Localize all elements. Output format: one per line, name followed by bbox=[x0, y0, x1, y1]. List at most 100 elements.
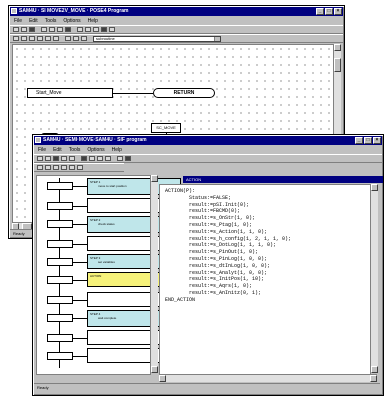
menu-options[interactable]: Options bbox=[63, 17, 80, 25]
maximize-button[interactable]: □ bbox=[364, 137, 372, 144]
redo-icon[interactable] bbox=[85, 27, 91, 32]
code-line[interactable]: result:=s_Action(1, 1, 0); bbox=[165, 229, 370, 236]
scroll-left-button[interactable] bbox=[159, 375, 166, 382]
step-box[interactable] bbox=[47, 352, 73, 360]
menu-edit[interactable]: Edit bbox=[53, 146, 62, 154]
branch-tool-icon[interactable] bbox=[37, 36, 43, 41]
minimize-button[interactable]: _ bbox=[316, 8, 324, 15]
step-list-pane[interactable]: STEP 1 move to start position STEP 2 check … bbox=[36, 175, 181, 375]
layout-icon[interactable] bbox=[81, 36, 87, 41]
code-line[interactable]: END_ACTION bbox=[165, 297, 370, 304]
chevron-down-icon[interactable] bbox=[214, 36, 220, 41]
branch-tool-icon[interactable] bbox=[61, 165, 67, 170]
code-line[interactable]: result:=s_DotLog(1, 1, 1, 0); bbox=[165, 242, 370, 249]
front-program-window[interactable]: SAM4U · SEMI·MOVE·SAM4U · SIF program _ … bbox=[32, 134, 384, 396]
save-icon[interactable] bbox=[29, 27, 35, 32]
step-box[interactable] bbox=[47, 314, 73, 322]
close-button[interactable]: × bbox=[334, 8, 342, 15]
step-tool-icon[interactable] bbox=[21, 36, 27, 41]
code-line[interactable]: result:=pSI.Init(0); bbox=[165, 202, 370, 209]
jump-tool-icon[interactable] bbox=[69, 165, 75, 170]
menu-tools[interactable]: Tools bbox=[69, 146, 81, 154]
code-line[interactable]: result:=s_PinLog(1, 0, 0); bbox=[165, 256, 370, 263]
code-line[interactable]: result:=s_PinOut(1, 0); bbox=[165, 249, 370, 256]
step-box[interactable] bbox=[47, 296, 73, 304]
menu-file[interactable]: File bbox=[14, 17, 22, 25]
run-icon[interactable] bbox=[109, 27, 115, 32]
step-box[interactable] bbox=[47, 334, 73, 342]
menu-help[interactable]: Help bbox=[112, 146, 122, 154]
scroll-up-button[interactable] bbox=[371, 184, 378, 191]
compile-icon[interactable] bbox=[101, 27, 107, 32]
jump-tool-icon[interactable] bbox=[45, 36, 51, 41]
code-line[interactable]: result:=s_dtInLog(1, 0, 0); bbox=[165, 263, 370, 270]
step-box[interactable] bbox=[47, 182, 73, 190]
scroll-thumb[interactable] bbox=[334, 58, 341, 72]
undo-icon[interactable] bbox=[89, 156, 95, 161]
view-select[interactable]: subroutine bbox=[93, 35, 221, 42]
step-box[interactable] bbox=[47, 276, 73, 284]
code-line[interactable]: result:=s_h_config(1, 2, 1, 1, 0); bbox=[165, 236, 370, 243]
code-line[interactable]: result:=s_AnInitz(0, 1); bbox=[165, 290, 370, 297]
menu-edit[interactable]: Edit bbox=[29, 17, 38, 25]
code-editor[interactable]: ACTION(P): Status:=FALSE; result:=pSI.In… bbox=[159, 184, 371, 375]
run-icon[interactable] bbox=[125, 156, 131, 161]
cut-icon[interactable] bbox=[41, 27, 47, 32]
code-line[interactable]: result:=s_Ptag(1, 0); bbox=[165, 222, 370, 229]
step-tool-icon[interactable] bbox=[45, 165, 51, 170]
align-icon[interactable] bbox=[65, 36, 71, 41]
zoom-tool-icon[interactable] bbox=[77, 165, 83, 170]
redo-icon[interactable] bbox=[97, 156, 103, 161]
menu-file[interactable]: File bbox=[38, 146, 46, 154]
copy-icon[interactable] bbox=[49, 27, 55, 32]
find-icon[interactable] bbox=[93, 27, 99, 32]
zoom-tool-icon[interactable] bbox=[53, 36, 59, 41]
arrow-tool-icon[interactable] bbox=[13, 36, 19, 41]
print-icon[interactable] bbox=[65, 27, 71, 32]
close-button[interactable]: × bbox=[373, 137, 381, 144]
code-line[interactable]: result:=s_InitPos(1, 10); bbox=[165, 276, 370, 283]
copy-icon[interactable] bbox=[69, 156, 75, 161]
find-icon[interactable] bbox=[105, 156, 111, 161]
start-step[interactable]: Start_Move bbox=[27, 88, 113, 98]
step-box[interactable] bbox=[47, 220, 73, 228]
scroll-up-button[interactable] bbox=[151, 175, 158, 182]
step-pane-scrollbar[interactable] bbox=[150, 175, 158, 373]
scroll-up-button[interactable] bbox=[334, 44, 341, 51]
code-line[interactable]: result:=FBCMD(0); bbox=[165, 208, 370, 215]
open-icon[interactable] bbox=[21, 27, 27, 32]
save-icon[interactable] bbox=[53, 156, 59, 161]
print-icon[interactable] bbox=[81, 156, 87, 161]
code-line[interactable]: ACTION(P): bbox=[165, 188, 370, 195]
code-horizontal-scrollbar[interactable] bbox=[159, 374, 377, 382]
code-vertical-scrollbar[interactable] bbox=[370, 184, 378, 373]
minimize-button[interactable]: _ bbox=[355, 137, 363, 144]
new-icon[interactable] bbox=[37, 156, 43, 161]
code-line[interactable]: result:=s_OnStr(1, 0); bbox=[165, 215, 370, 222]
step-box[interactable] bbox=[47, 202, 73, 210]
code-line[interactable]: result:=s_Aqrs(1, 0); bbox=[165, 283, 370, 290]
menu-help[interactable]: Help bbox=[88, 17, 98, 25]
menu-tools[interactable]: Tools bbox=[45, 17, 57, 25]
scroll-down-button[interactable] bbox=[151, 366, 158, 373]
paste-icon[interactable] bbox=[57, 27, 63, 32]
scroll-down-button[interactable] bbox=[371, 366, 378, 373]
sub-move-box[interactable]: SC_MOVE bbox=[151, 123, 181, 133]
open-icon[interactable] bbox=[45, 156, 51, 161]
transition-tool-icon[interactable] bbox=[53, 165, 59, 170]
grid-icon[interactable] bbox=[73, 36, 79, 41]
transition-tool-icon[interactable] bbox=[29, 36, 35, 41]
arrow-tool-icon[interactable] bbox=[37, 165, 43, 170]
code-line[interactable]: Status:=FALSE; bbox=[165, 195, 370, 202]
return-node[interactable]: RETURN bbox=[153, 88, 215, 98]
menu-options[interactable]: Options bbox=[87, 146, 104, 154]
undo-icon[interactable] bbox=[77, 27, 83, 32]
step-box[interactable] bbox=[47, 240, 73, 248]
new-icon[interactable] bbox=[13, 27, 19, 32]
maximize-button[interactable]: □ bbox=[325, 8, 333, 15]
back-window-title-bar[interactable]: SAM4U · SI MOVE2V_MOVE · POSE4 Program _… bbox=[10, 7, 343, 16]
compile-icon[interactable] bbox=[117, 156, 123, 161]
front-window-title-bar[interactable]: SAM4U · SEMI·MOVE·SAM4U · SIF program _ … bbox=[34, 136, 382, 145]
scroll-right-button[interactable] bbox=[370, 375, 377, 382]
code-line[interactable]: result:=s_Analyt(1, 0, 0); bbox=[165, 270, 370, 277]
